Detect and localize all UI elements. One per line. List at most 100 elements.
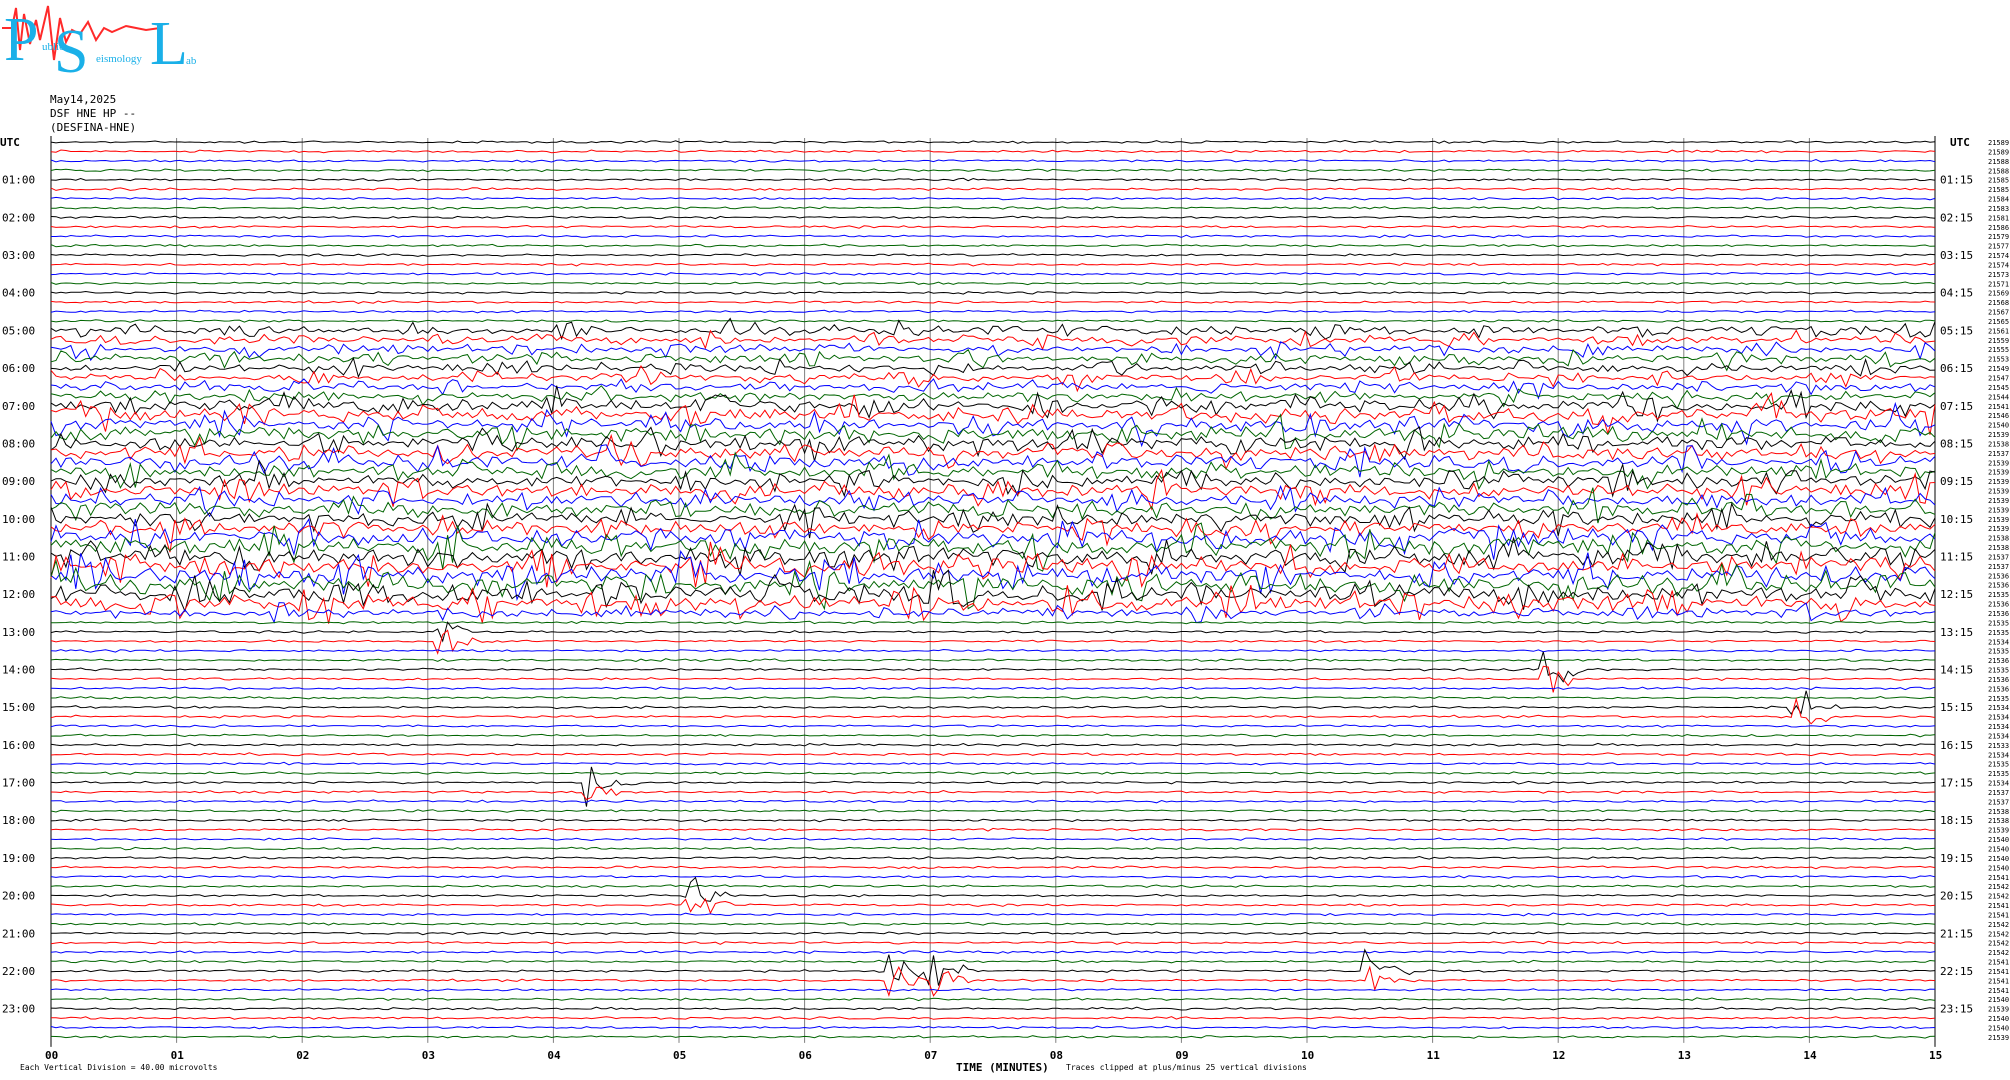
trace-count-label: 21540 — [1988, 836, 2009, 844]
trace-count-label: 21577 — [1988, 243, 2009, 251]
trace-80 — [50, 876, 1936, 902]
trace-60 — [50, 690, 1936, 715]
x-tick-label: 05 — [673, 1049, 686, 1062]
right-hour-label: 09:15 — [1940, 475, 1973, 488]
trace-count-label: 21540 — [1988, 996, 2009, 1004]
left-hour-label: 18:00 — [2, 814, 35, 827]
right-hour-label: 10:15 — [1940, 513, 1973, 526]
trace-count-label: 21589 — [1988, 139, 2009, 147]
right-hour-label: 17:15 — [1940, 777, 1973, 790]
trace-count-label: 21539 — [1988, 469, 2009, 477]
left-hour-label: 23:00 — [2, 1003, 35, 1016]
trace-count-label: 21549 — [1988, 365, 2009, 373]
trace-count-label: 21540 — [1988, 1015, 2009, 1023]
trace-count-label: 21539 — [1988, 431, 2009, 439]
logo-letter-l: L — [150, 10, 188, 78]
trace-3 — [50, 168, 1936, 173]
trace-count-label: 21533 — [1988, 742, 2009, 750]
trace-count-label: 21534 — [1988, 780, 2009, 788]
trace-count-label: 21545 — [1988, 384, 2009, 392]
trace-count-label: 21541 — [1988, 874, 2009, 882]
trace-16 — [50, 290, 1936, 295]
trace-count-label: 21579 — [1988, 233, 2009, 241]
right-hour-label: 22:15 — [1940, 965, 1973, 978]
trace-count-label: 21538 — [1988, 808, 2009, 816]
left-hour-label: 07:00 — [2, 400, 35, 413]
trace-count-label: 21539 — [1988, 497, 2009, 505]
trace-11 — [50, 243, 1936, 248]
trace-count-label: 21540 — [1988, 846, 2009, 854]
trace-79 — [50, 884, 1936, 889]
trace-count-label: 21536 — [1988, 610, 2009, 618]
left-hour-label: 11:00 — [2, 550, 35, 563]
trace-count-label: 21565 — [1988, 318, 2009, 326]
trace-count-label: 21588 — [1988, 167, 2009, 175]
trace-count-label: 21541 — [1988, 987, 2009, 995]
trace-count-label: 21538 — [1988, 535, 2009, 543]
trace-count-label: 21541 — [1988, 959, 2009, 967]
trace-count-label: 21581 — [1988, 214, 2009, 222]
trace-92 — [50, 1006, 1936, 1011]
x-tick-label: 02 — [296, 1049, 309, 1062]
trace-count-label: 21534 — [1988, 732, 2009, 740]
trace-count-label: 21538 — [1988, 440, 2009, 448]
trace-count-label: 21538 — [1988, 817, 2009, 825]
logo-word-ublic: ublic — [42, 41, 64, 53]
right-hour-label: 04:15 — [1940, 287, 1973, 300]
trace-count-label: 21573 — [1988, 271, 2009, 279]
trace-73 — [50, 827, 1935, 832]
logo-word-ab: ab — [186, 55, 197, 67]
trace-count-label: 21537 — [1988, 789, 2009, 797]
right-hour-label: 08:15 — [1940, 437, 1973, 450]
trace-count-label: 21534 — [1988, 714, 2009, 722]
trace-count-label: 21541 — [1988, 911, 2009, 919]
trace-count-label: 21588 — [1988, 158, 2009, 166]
trace-19 — [50, 319, 1936, 323]
x-tick-label: 01 — [171, 1049, 185, 1062]
trace-count-label: 21539 — [1988, 459, 2009, 467]
trace-75 — [50, 846, 1936, 851]
left-hour-label: 21:00 — [2, 927, 35, 940]
right-hour-label: 05:15 — [1940, 324, 1973, 337]
trace-count-label: 21537 — [1988, 450, 2009, 458]
trace-78 — [50, 874, 1936, 879]
trace-count-label: 21535 — [1988, 667, 2009, 675]
utc-label-left: UTC — [0, 136, 20, 149]
trace-13 — [50, 262, 1936, 267]
trace-9 — [50, 224, 1936, 229]
trace-94 — [50, 1025, 1936, 1030]
trace-count-label: 21536 — [1988, 582, 2009, 590]
trace-count-label: 21541 — [1988, 902, 2009, 910]
trace-count-label: 21536 — [1988, 601, 2009, 609]
left-hour-label: 17:00 — [2, 777, 35, 790]
trace-count-label: 21589 — [1988, 148, 2009, 156]
trace-55 — [50, 658, 1935, 663]
trace-count-label: 21536 — [1988, 657, 2009, 665]
trace-count-label: 21539 — [1988, 516, 2009, 524]
left-hour-label: 19:00 — [2, 852, 35, 865]
left-hour-label: 22:00 — [2, 965, 35, 978]
trace-74 — [50, 837, 1936, 842]
trace-40 — [50, 501, 1936, 539]
trace-87 — [51, 959, 1936, 964]
trace-93 — [51, 1016, 1936, 1020]
left-hour-label: 09:00 — [2, 475, 35, 488]
trace-count-label: 21540 — [1988, 864, 2009, 872]
trace-4 — [50, 177, 1936, 182]
trace-count-label: 21553 — [1988, 356, 2009, 364]
right-hour-label: 01:15 — [1940, 174, 1973, 187]
trace-count-label: 21585 — [1988, 186, 2009, 194]
trace-70 — [50, 799, 1936, 804]
trace-91 — [50, 997, 1936, 1002]
left-hour-labels: 01:00 02:00 03:00 04:00 05:00 06:00 07:00 08:00… — [2, 174, 35, 1016]
trace-count-label: 21539 — [1988, 478, 2009, 486]
trace-count-label: 21539 — [1988, 488, 2009, 496]
trace-count-label: 21542 — [1988, 921, 2009, 929]
x-axis-label: TIME (MINUTES) — [956, 1061, 1049, 1074]
right-count-column: 2158921589 2158821588 2158521585 2158421583… — [1988, 139, 2009, 1042]
trace-83 — [50, 921, 1936, 926]
trace-1 — [50, 149, 1936, 154]
trace-51 — [50, 620, 1936, 625]
trace-95 — [50, 1035, 1936, 1039]
trace-61 — [50, 697, 1936, 725]
